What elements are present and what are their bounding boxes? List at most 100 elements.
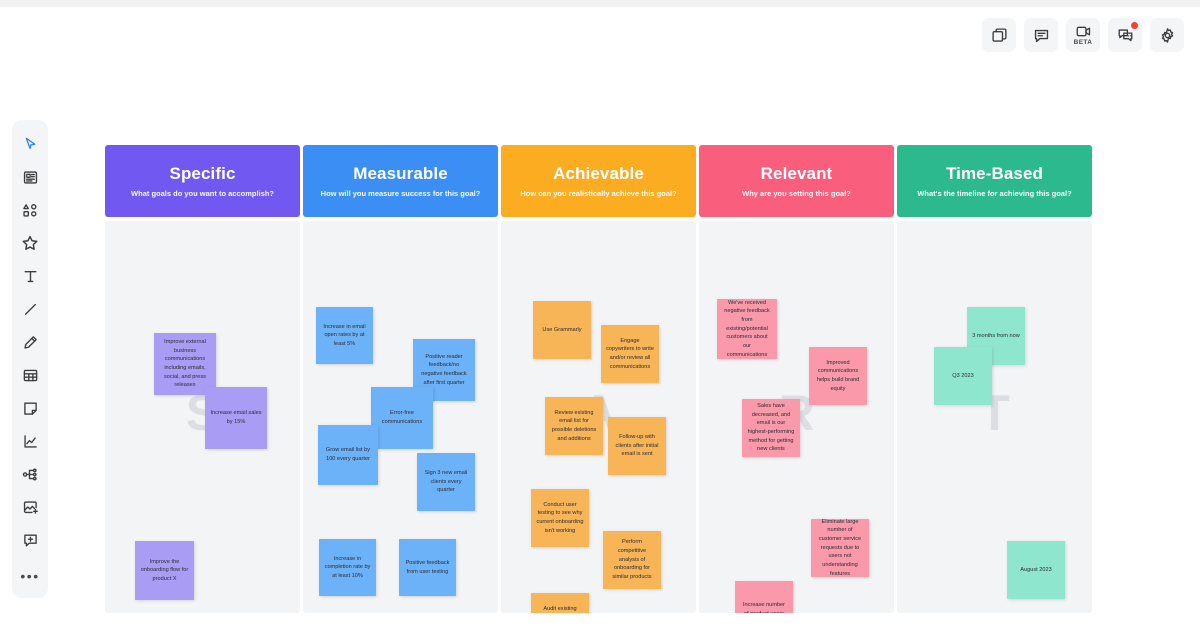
sticky-note[interactable]: Increase in completion rate by at least … [319,539,376,596]
board-column-achievable: Achievable How can you realistically achi… [501,145,696,613]
sticky-note-text: Sales have decreased, and email is our h… [747,403,795,453]
column-body-achievable: AUse GrammarlyEngage copywriters to writ… [501,221,696,613]
sticky-note[interactable]: We've received negative feedback from ex… [717,299,777,359]
sticky-note-text: Follow-up with clients after initial ema… [615,434,659,458]
column-header-time-based[interactable]: Time-Based What's the timeline for achiev… [897,145,1092,217]
column-subtitle: What's the timeline for achieving this g… [917,189,1072,198]
cursor-icon [22,136,39,158]
sticky-note-text: Sign 3 new email clients every quarter [424,470,468,494]
sticky-note[interactable]: Use Grammarly [533,301,591,359]
sticky-note[interactable]: Improved communications helps build bran… [809,347,867,405]
column-subtitle: What goals do you want to accomplish? [131,189,274,198]
sticky-note[interactable]: Increase email sales by 15% [205,387,267,449]
column-body-relevant: RWe've received negative feedback from e… [699,221,894,613]
left-tool-sidebar: ••• [12,120,48,598]
sticky-note-icon [22,400,39,422]
sticky-note[interactable]: Q3 2023 [934,347,992,405]
sticky-note-text: Review existing email list for possible … [551,409,597,442]
sidebar-item-text[interactable] [14,262,46,295]
column-header-specific[interactable]: Specific What goals do you want to accomp… [105,145,300,217]
line-icon [22,301,39,323]
beta-tag: BETA [1073,38,1093,46]
sticky-note[interactable]: Audit existing onboarding to look for op… [531,593,589,613]
column-title: Measurable [353,164,448,183]
sticky-note-text: Improved communications helps build bran… [816,359,860,392]
sticky-note-text: Improve external business communications… [164,339,206,389]
sticky-note-text: Audit existing onboarding to look for op… [543,605,577,612]
sticky-note[interactable]: Grow email list by 100 every quarter [318,425,378,485]
app-root: BETA ••• Specific What goals do you want … [0,0,1200,630]
sticky-note-text: Q3 2023 [952,372,974,379]
sticky-note-text: Conduct user testing to see why current … [536,501,584,534]
sidebar-item-sticky-template[interactable] [14,163,46,196]
sticky-note[interactable]: Increase in email open rates by at least… [316,307,373,364]
sidebar-item-cursor[interactable] [14,130,46,163]
sidebar-item-mindmap[interactable] [14,460,46,493]
sticky-note-text: Increase in email open rates by at least… [323,323,366,347]
column-header-relevant[interactable]: Relevant Why are you setting this goal? [699,145,894,217]
board-column-specific: Specific What goals do you want to accomp… [105,145,300,613]
sticky-note-text: Positive reader feedback/no negative fee… [421,353,467,386]
text-icon [22,268,39,290]
star-icon [21,234,39,257]
top-toolbar: BETA [982,18,1184,52]
sticky-note[interactable]: Sign 3 new email clients every quarter [417,453,475,511]
sticky-note[interactable]: Perform competitive analysis of onboardi… [603,531,661,589]
sticky-note[interactable]: Review existing email list for possible … [545,397,603,455]
board-column-measurable: Measurable How will you measure success f… [303,145,498,613]
sticky-note-text: Error-free communications [381,410,423,425]
sticky-note[interactable]: Improve the onboarding flow for product … [135,541,194,600]
sticky-note-text: Positive feedback from user testing [405,559,450,575]
sticky-note-text: August 2023 [1020,566,1052,573]
sticky-template-icon [22,169,39,191]
sidebar-item-sticky-note[interactable] [14,394,46,427]
sticky-note-text: 3 months from now [972,332,1020,339]
top-strip [0,0,1200,7]
sticky-note[interactable]: Improve external business communications… [154,333,216,395]
sticky-note-text: Use Grammarly [542,326,582,333]
sidebar-item-more-options[interactable]: ••• [14,559,46,592]
column-header-achievable[interactable]: Achievable How can you realistically achi… [501,145,696,217]
column-body-measurable: MIncrease in email open rates by at leas… [303,221,498,613]
sticky-note-text: Perform competitive analysis of onboardi… [612,539,652,580]
board-column-time-based: Time-Based What's the timeline for achiev… [897,145,1092,613]
sticky-note[interactable]: Conduct user testing to see why current … [531,489,589,547]
sticky-note[interactable]: Positive feedback from user testing [399,539,456,596]
sticky-note[interactable]: Eliminate large number of customer servi… [811,519,869,577]
column-header-measurable[interactable]: Measurable How will you measure success f… [303,145,498,217]
sidebar-item-pencil[interactable] [14,328,46,361]
sidebar-item-chart[interactable] [14,427,46,460]
sticky-note[interactable]: Error-free communications [371,387,433,449]
column-title: Achievable [553,164,644,183]
sticky-note-text: Eliminate large number of customer servi… [818,518,862,577]
sticky-note-text: Increase number of product users [743,602,785,613]
table-icon [22,367,39,389]
sticky-note[interactable]: Sales have decreased, and email is our h… [742,399,800,457]
comment-button[interactable] [1024,18,1058,52]
sticky-note[interactable]: August 2023 [1007,541,1065,599]
gear-button[interactable] [1150,18,1184,52]
sticky-note[interactable]: Follow-up with clients after initial ema… [608,417,666,475]
sidebar-item-add-comment[interactable] [14,526,46,559]
sticky-note-text: Grow email list by 100 every quarter [325,447,371,462]
sidebar-item-table[interactable] [14,361,46,394]
sticky-note[interactable]: Increase number of product users [735,581,793,613]
board-column-relevant: Relevant Why are you setting this goal? RW… [699,145,894,613]
mindmap-icon [21,466,39,488]
column-body-time-based: T3 months from now Q3 2023 August 2023 [897,221,1092,613]
sidebar-item-star[interactable] [14,229,46,262]
sticky-note-text: Increase in completion rate by at least … [324,555,371,579]
column-body-specific: S Improve external business communication… [105,221,300,613]
chat-button[interactable] [1108,18,1142,52]
sidebar-item-shapes[interactable] [14,196,46,229]
sidebar-item-add-image[interactable] [14,493,46,526]
pages-button[interactable] [982,18,1016,52]
smart-goals-board: Specific What goals do you want to accomp… [105,145,1095,613]
column-subtitle: Why are you setting this goal? [742,189,851,198]
column-title: Time-Based [945,164,1044,183]
sticky-note[interactable]: Engage copywriters to write and/or revie… [601,325,659,383]
column-subtitle: How will you measure success for this go… [320,189,481,198]
sticky-note-text: Increase email sales by 15% [210,410,262,425]
video-camera-button[interactable]: BETA [1066,18,1100,52]
sidebar-item-line[interactable] [14,295,46,328]
